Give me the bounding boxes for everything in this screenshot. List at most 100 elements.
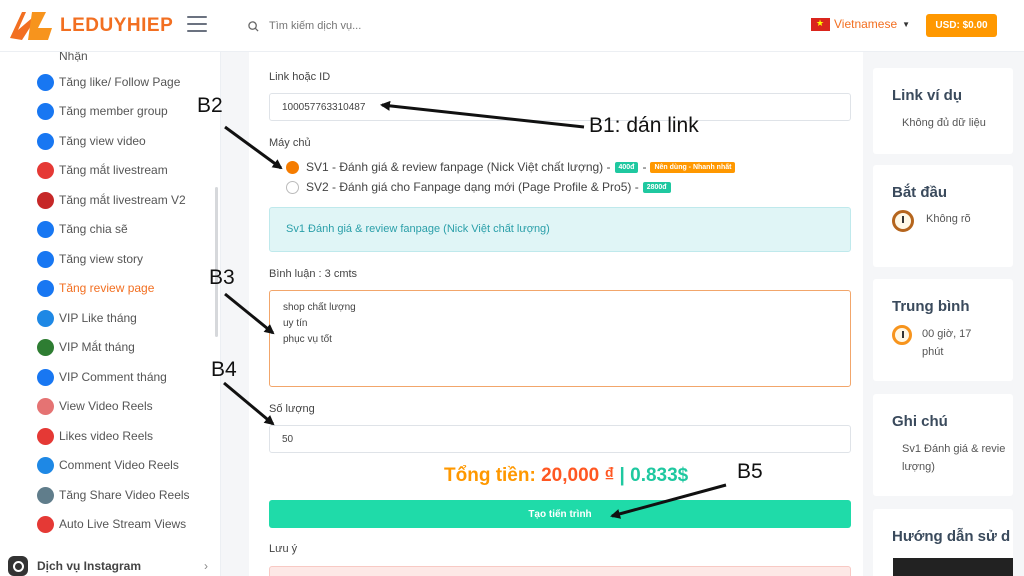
- sidebar-item[interactable]: Comment Video Reels: [37, 455, 179, 475]
- sidebar-section-label: Dịch vụ Instagram: [37, 559, 142, 573]
- share-icon: [37, 220, 54, 238]
- comment-textarea[interactable]: shop chất lượng uy tín phục vụ tốt: [269, 290, 851, 387]
- logo[interactable]: LEDUYHIEP: [8, 8, 173, 44]
- radio-checked-icon[interactable]: [286, 160, 299, 174]
- sidebar-item[interactable]: Tăng mắt livestream: [37, 160, 168, 180]
- sidebar-item[interactable]: Tăng mắt livestream V2: [37, 190, 186, 210]
- balance-button[interactable]: USD: $0.00: [926, 14, 997, 37]
- start-title: Bắt đầu: [892, 184, 948, 201]
- search-icon: [248, 20, 259, 32]
- logo-text: LEDUYHIEP: [60, 15, 174, 36]
- server-info-box: Sv1 Đánh giá & review fanpage (Nick Việt…: [269, 207, 851, 252]
- sidebar-scrollbar[interactable]: [215, 187, 218, 337]
- comment-label: Bình luận : 3 cmts: [269, 268, 358, 280]
- sidebar-item-label: Nhận: [59, 52, 88, 63]
- recommended-badge: Nên dùng - Nhanh nhất: [650, 161, 736, 173]
- note-box: [269, 566, 851, 576]
- comment-line: phục vụ tốt: [283, 334, 332, 345]
- sidebar-item[interactable]: Auto Live Stream Views: [37, 514, 186, 534]
- language-selector[interactable]: Vietnamese ▼: [811, 17, 910, 31]
- quantity-input[interactable]: 50: [269, 425, 851, 453]
- average-title: Trung bình: [892, 298, 970, 315]
- sidebar-item[interactable]: Tăng review page: [37, 278, 154, 298]
- server-sv2-text: SV2 - Đánh giá cho Fanpage dạng mới (Pag…: [306, 180, 639, 194]
- total-separator: |: [619, 465, 625, 486]
- server-option-sv1[interactable]: SV1 - Đánh giá & review fanpage (Nick Vi…: [286, 159, 739, 175]
- annotation-b1: B1: dán link: [589, 114, 699, 137]
- quantity-label: Số lượng: [269, 403, 315, 415]
- top-header: LEDUYHIEP Vietnamese ▼ USD: $0.00: [0, 0, 1024, 52]
- sidebar-item[interactable]: View Video Reels: [37, 396, 153, 416]
- live-icon: [37, 161, 54, 179]
- sidebar-item-label: Tăng view video: [59, 134, 146, 148]
- annotation-b5: B5: [737, 460, 763, 483]
- start-body: Không rõ: [926, 213, 971, 225]
- sidebar-item[interactable]: VIP Mắt tháng: [37, 337, 135, 357]
- sidebar-item[interactable]: Tăng view story: [37, 249, 143, 269]
- sidebar-item[interactable]: Tăng view video: [37, 131, 146, 151]
- thumb-icon: [37, 427, 54, 445]
- sidebar-item-label: Tăng mắt livestream: [59, 163, 168, 177]
- sidebar-section-instagram[interactable]: Dịch vụ Instagram ›: [8, 556, 208, 576]
- menu-toggle-icon[interactable]: [187, 16, 207, 34]
- example-body: Không đủ dữ liệu: [902, 117, 986, 129]
- heart-icon: [37, 250, 54, 268]
- sidebar-item[interactable]: Nhận: [59, 52, 88, 66]
- eye-icon: [37, 191, 54, 209]
- note-card: Ghi chú Sv1 Đánh giá & revie lượng): [873, 394, 1013, 496]
- total-usd: 0.833$: [630, 465, 689, 486]
- note-line: lượng): [902, 461, 935, 473]
- clock-icon: [892, 210, 914, 232]
- sidebar: Nhận Tăng like/ Follow Page Tăng member gr…: [0, 52, 221, 576]
- example-title: Link ví dụ: [892, 87, 963, 104]
- annotation-b2: B2: [197, 94, 223, 117]
- sidebar-item-label: Likes video Reels: [59, 429, 154, 443]
- price-badge: 2800đ: [642, 181, 671, 193]
- total-label: Tổng tiền:: [444, 465, 536, 486]
- dash-separator: -: [642, 160, 647, 174]
- sidebar-item-label: Tăng like/ Follow Page: [59, 75, 181, 89]
- clock-icon: [37, 309, 54, 327]
- average-line: 00 giờ, 17: [922, 328, 972, 340]
- sidebar-item-label: Tăng chia sẽ: [59, 222, 128, 236]
- annotation-b4: B4: [211, 358, 237, 381]
- sidebar-item-label: Tăng member group: [59, 104, 168, 118]
- sidebar-item-label: VIP Mắt tháng: [59, 340, 135, 354]
- flag-icon: [37, 73, 54, 91]
- sidebar-item-label: Tăng view story: [59, 252, 144, 266]
- palette-icon: [37, 279, 54, 297]
- annotation-b3: B3: [209, 266, 235, 289]
- sidebar-item[interactable]: VIP Comment tháng: [37, 367, 167, 387]
- average-line: phút: [922, 346, 944, 358]
- server-label: Máy chủ: [269, 137, 311, 149]
- link-input[interactable]: 100057763310487: [269, 93, 851, 121]
- comment-reels-icon: [37, 456, 54, 474]
- sidebar-item[interactable]: Tăng chia sẽ: [37, 219, 128, 239]
- comment-icon: [37, 368, 54, 386]
- timer-icon: [892, 325, 912, 345]
- share-reels-icon: [37, 486, 54, 504]
- guide-video-thumbnail[interactable]: [893, 558, 1013, 576]
- comment-line: shop chất lượng: [283, 302, 356, 313]
- start-card: Bắt đầu Không rõ: [873, 165, 1013, 267]
- search-box[interactable]: [248, 15, 548, 37]
- radio-unchecked-icon[interactable]: [286, 180, 299, 194]
- sidebar-item[interactable]: Likes video Reels: [37, 426, 153, 446]
- average-body: 00 giờ, 17 phút: [922, 325, 971, 361]
- total-price: Tổng tiền: 20,000 ₫ | 0.833$: [444, 465, 688, 487]
- server-sv1-text: SV1 - Đánh giá & review fanpage (Nick Vi…: [306, 160, 611, 174]
- sidebar-item-label: Comment Video Reels: [59, 458, 179, 472]
- server-option-sv2[interactable]: SV2 - Đánh giá cho Fanpage dạng mới (Pag…: [286, 179, 675, 195]
- live-views-icon: [37, 515, 54, 533]
- guide-title: Hướng dẫn sử d: [892, 528, 1011, 545]
- sidebar-item[interactable]: Tăng Share Video Reels: [37, 485, 190, 505]
- play-icon: [37, 132, 54, 150]
- sidebar-item[interactable]: Tăng member group: [37, 101, 168, 121]
- note-label: Lưu ý: [269, 543, 298, 555]
- create-order-button[interactable]: Tạo tiến trình: [269, 500, 851, 528]
- search-input[interactable]: [269, 20, 509, 32]
- sidebar-item[interactable]: VIP Like tháng: [37, 308, 137, 328]
- price-badge: 400đ: [614, 161, 639, 173]
- group-icon: [37, 102, 54, 120]
- sidebar-item[interactable]: Tăng like/ Follow Page: [37, 72, 180, 92]
